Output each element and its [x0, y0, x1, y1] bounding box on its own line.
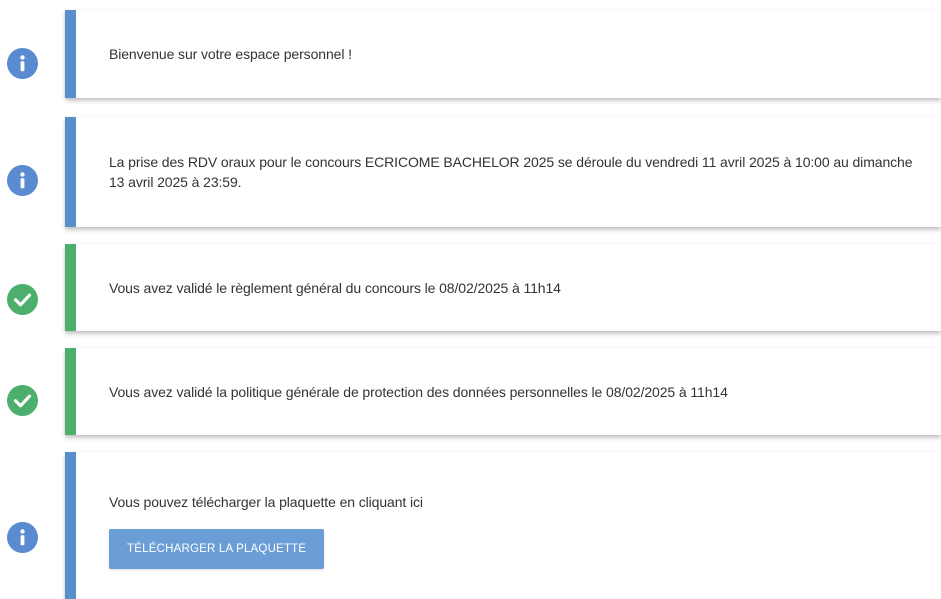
info-card: Vous pouvez télécharger la plaquette en … — [65, 452, 941, 599]
message-text: Vous pouvez télécharger la plaquette en … — [109, 494, 423, 510]
info-card: La prise des RDV oraux pour le concours … — [65, 117, 941, 227]
info-card: Bienvenue sur votre espace personnel ! — [65, 10, 941, 98]
info-icon — [7, 48, 38, 79]
message-row: Bienvenue sur votre espace personnel ! — [0, 10, 941, 98]
info-icon — [7, 522, 38, 553]
message-text: Bienvenue sur votre espace personnel ! — [109, 46, 352, 62]
message-row: Vous avez validé le règlement général du… — [0, 244, 941, 331]
success-card: Vous avez validé la politique générale d… — [65, 348, 941, 435]
check-circle-icon — [7, 385, 38, 416]
message-text: La prise des RDV oraux pour le concours … — [109, 154, 913, 190]
message-text: Vous avez validé le règlement général du… — [109, 279, 561, 296]
download-brochure-button[interactable]: TÉLÉCHARGER LA PLAQUETTE — [109, 529, 325, 569]
message-row: La prise des RDV oraux pour le concours … — [0, 117, 941, 227]
message-row: Vous avez validé la politique générale d… — [0, 348, 941, 435]
message-text: Vous avez validé la politique générale d… — [109, 383, 728, 400]
message-row: Vous pouvez télécharger la plaquette en … — [0, 452, 941, 599]
success-card: Vous avez validé le règlement général du… — [65, 244, 941, 331]
info-icon — [7, 165, 38, 196]
notifications-page: Bienvenue sur votre espace personnel ! L… — [0, 0, 941, 599]
check-circle-icon — [7, 284, 38, 315]
